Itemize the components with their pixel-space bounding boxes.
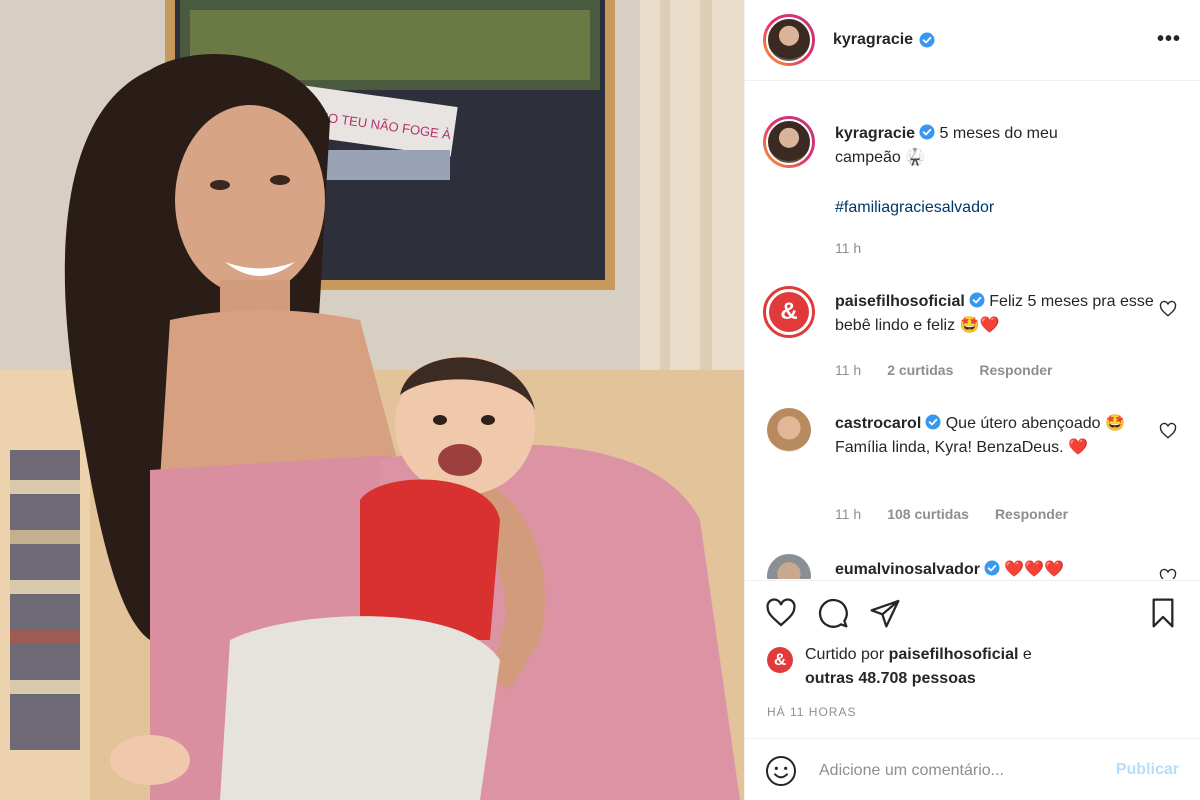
comment-likes[interactable]: 2 curtidas — [887, 362, 953, 378]
likes-others[interactable]: outras 48.708 pessoas — [805, 670, 976, 687]
comment-username[interactable]: castrocarol — [835, 415, 921, 432]
comment-input[interactable] — [819, 757, 1079, 785]
caption-time[interactable]: 11 h — [835, 240, 861, 256]
comment-username[interactable]: paisefilhosoficial — [835, 293, 965, 310]
comment-text: ❤️❤️❤️ — [1004, 561, 1065, 578]
caption-hashtag[interactable]: #familiagraciesalvador — [835, 196, 1155, 220]
post-photo[interactable]: FILHO TEU NÃO FOGE À — [0, 0, 744, 800]
instagram-post: FILHO TEU NÃO FOGE À kyragracie ••• kyra… — [0, 0, 1200, 800]
likes-middle: e — [1022, 646, 1032, 663]
comment-time[interactable]: 11 h — [835, 362, 861, 378]
like-comment-heart-icon[interactable] — [1159, 422, 1177, 440]
reply-button[interactable]: Responder — [995, 506, 1068, 522]
caption: kyragracie 5 meses do meu campeão 🥋 #fam… — [763, 116, 1183, 256]
comment-composer: Publicar — [745, 738, 1200, 800]
photo-illustration: FILHO TEU NÃO FOGE À — [0, 0, 744, 800]
verified-icon — [969, 292, 985, 308]
like-comment-heart-icon[interactable] — [1159, 568, 1177, 579]
bookmark-icon[interactable] — [1145, 595, 1181, 631]
emoji-icon[interactable] — [765, 755, 797, 787]
liker-avatar[interactable]: & — [767, 647, 793, 673]
comment-time[interactable]: 11 h — [835, 506, 861, 522]
share-icon[interactable] — [867, 595, 903, 631]
comment-icon[interactable] — [815, 595, 851, 631]
action-icons — [763, 595, 1183, 631]
commenter-avatar[interactable] — [767, 408, 811, 452]
likes-prefix: Curtido por — [805, 646, 885, 663]
like-comment-heart-icon[interactable] — [1159, 300, 1177, 318]
comment: castrocarol Que útero abençoado 🤩 Famíli… — [763, 408, 1183, 538]
commenter-avatar[interactable] — [767, 554, 811, 579]
comment: eumalvinosalvador ❤️❤️❤️ — [763, 554, 1183, 579]
verified-icon — [919, 124, 935, 140]
caption-text-line2: campeão 🥋 — [835, 149, 926, 166]
verified-icon — [925, 414, 941, 430]
liker-username[interactable]: paisefilhosoficial — [889, 646, 1019, 663]
author-avatar[interactable] — [763, 14, 815, 66]
post-actions: & Curtido por paisefilhosoficial e outra… — [745, 580, 1200, 719]
caption-text-line1: 5 meses do meu — [939, 125, 1058, 142]
caption-avatar[interactable] — [763, 116, 815, 168]
comment: & paisefilhosoficial Feliz 5 meses pra e… — [763, 286, 1183, 396]
commenter-avatar[interactable]: & — [763, 286, 815, 338]
verified-icon — [984, 560, 1000, 576]
more-icon[interactable]: ••• — [1157, 28, 1181, 51]
reply-button[interactable]: Responder — [979, 362, 1052, 378]
post-time[interactable]: HÁ 11 HORAS — [767, 705, 856, 719]
comment-likes[interactable]: 108 curtidas — [887, 506, 969, 522]
post-header: kyragracie ••• — [745, 0, 1200, 81]
post-side-panel: kyragracie ••• kyragracie 5 meses do meu… — [744, 0, 1200, 800]
publish-button[interactable]: Publicar — [1116, 761, 1179, 779]
caption-username[interactable]: kyragracie — [835, 125, 915, 142]
comments-list[interactable]: kyragracie 5 meses do meu campeão 🥋 #fam… — [745, 82, 1200, 579]
verified-icon — [919, 32, 935, 48]
heart-icon[interactable] — [763, 595, 799, 631]
comment-username[interactable]: eumalvinosalvador — [835, 561, 980, 578]
author-username[interactable]: kyragracie — [833, 31, 913, 49]
